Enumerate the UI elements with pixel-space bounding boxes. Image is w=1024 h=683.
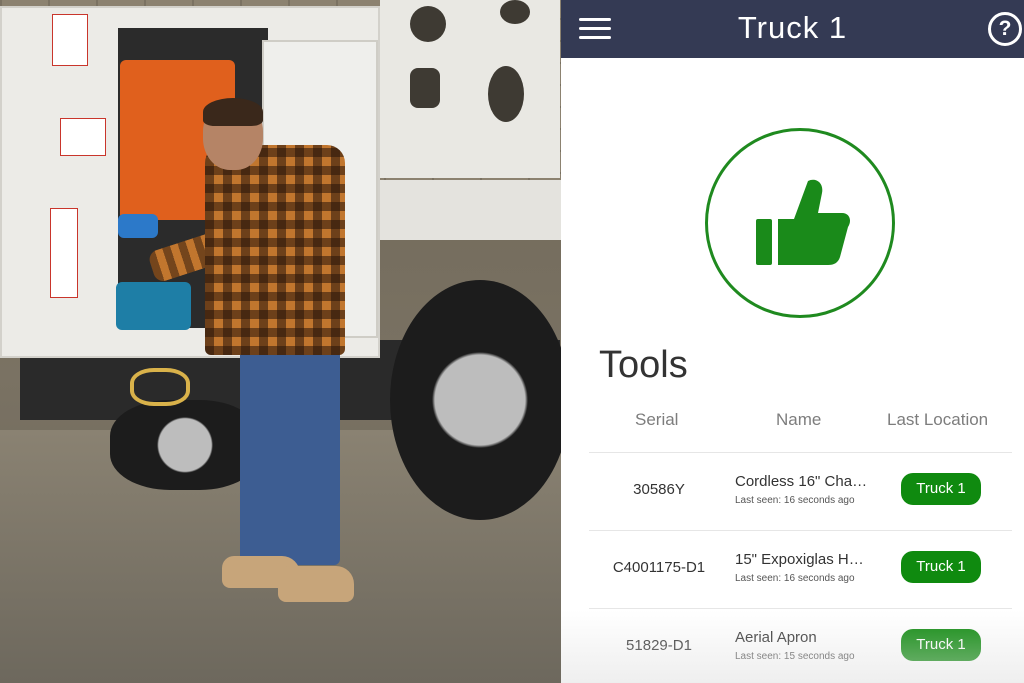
column-header-last-location: Last Location: [887, 410, 989, 429]
fire-sticker: [50, 208, 78, 298]
tool-name-cell: Cordless 16" Chainsaw: [735, 473, 869, 490]
truck-beam: [375, 180, 561, 240]
blue-power-tool: [116, 282, 191, 330]
tool-name-cell: Aerial Apron: [735, 629, 817, 646]
truck-tire-rear: [390, 280, 561, 520]
serial-cell: 51829-D1: [626, 637, 692, 654]
man-hair: [203, 98, 263, 126]
location-badge[interactable]: Truck 1: [901, 473, 981, 505]
location-badge[interactable]: Truck 1: [901, 629, 981, 661]
table-row[interactable]: C4001175-D1 15" Expoxiglas Hot Stick Las…: [589, 530, 1012, 608]
serial-cell: C4001175-D1: [612, 559, 706, 576]
location-badge[interactable]: Truck 1: [901, 551, 981, 583]
man-jeans: [240, 340, 340, 565]
serial-cell: 30586Y: [633, 481, 685, 498]
table-row[interactable]: 30586Y Cordless 16" Chainsaw Last seen: …: [589, 452, 1012, 530]
blue-bucket: [118, 214, 158, 238]
thumbs-up-icon: [756, 179, 850, 265]
tools-section-title: Tools: [599, 344, 688, 386]
yellow-rope: [130, 368, 190, 406]
page-title: Truck 1: [737, 10, 848, 45]
caution-sticker: [52, 14, 88, 66]
photo-panel: [0, 0, 561, 683]
column-header-serial: Serial: [635, 410, 679, 429]
app-header: Truck 1 ?: [561, 0, 1024, 58]
truck-tower: [380, 0, 560, 178]
app-screen: Truck 1 ? Tools Serial Name Last Locatio…: [561, 0, 1024, 683]
table-row[interactable]: 51829-D1 Aerial Apron Last seen: 15 seco…: [589, 608, 1012, 683]
danger-sticker: [60, 118, 106, 156]
column-header-name: Name: [776, 410, 822, 429]
help-circle-icon[interactable]: ?: [988, 12, 1022, 46]
status-indicator: [705, 128, 895, 318]
man-plaid-shirt: [205, 145, 345, 355]
last-seen-text: Last seen: 16 seconds ago: [735, 495, 855, 506]
truck-tire-front: [110, 400, 260, 490]
last-seen-text: Last seen: 16 seconds ago: [735, 573, 855, 584]
last-seen-text: Last seen: 15 seconds ago: [735, 651, 855, 662]
man-boot-right: [278, 566, 354, 602]
tool-name-cell: 15" Expoxiglas Hot Stick: [735, 551, 869, 568]
